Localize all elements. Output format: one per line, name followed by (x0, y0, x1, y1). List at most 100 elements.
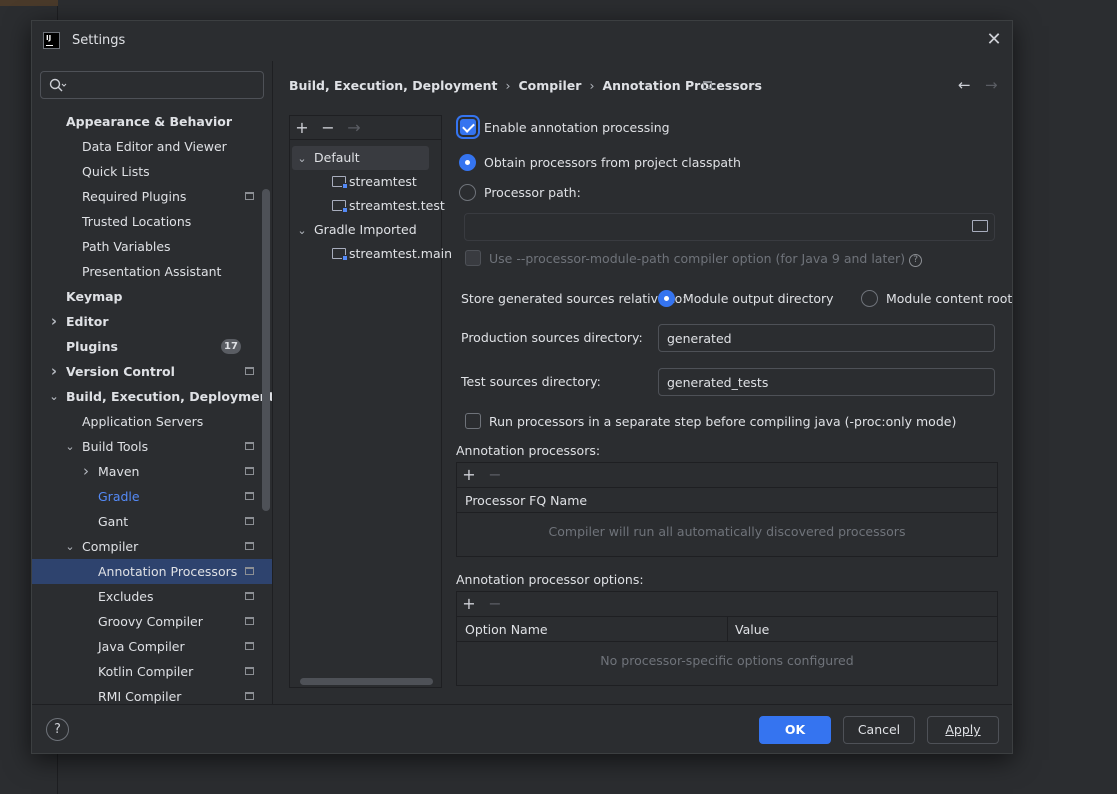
profile-default[interactable]: ⌄ Default (292, 146, 429, 170)
sidebar-item-label: Build, Execution, Deployment (66, 389, 272, 404)
project-scope-icon (245, 517, 254, 525)
folder-icon[interactable] (972, 220, 988, 232)
options-title: Annotation processor options: (456, 572, 644, 587)
sidebar-item-label: Appearance & Behavior (66, 114, 232, 129)
project-scope-icon (245, 667, 254, 675)
help-button[interactable]: ? (46, 718, 69, 741)
apply-label: Apply (945, 722, 981, 737)
sidebar-item-label: Gradle (98, 489, 140, 504)
sidebar-item-label: Excludes (98, 589, 154, 604)
production-dir-field[interactable] (658, 324, 995, 352)
chevron-down-icon[interactable]: ⌄ (64, 434, 76, 459)
module-content-label: Module content root (886, 291, 1013, 306)
add-icon[interactable]: + (459, 594, 479, 614)
sidebar-item[interactable]: ⌄ Compiler (32, 534, 272, 559)
sidebar-item-label: Path Variables (82, 239, 171, 254)
module-content-radio[interactable] (861, 290, 878, 307)
chevron-down-icon[interactable]: ⌄ (64, 534, 76, 559)
sidebar-item-label: Presentation Assistant (82, 264, 222, 279)
intellij-logo-icon: IJ (43, 32, 60, 49)
sidebar-item-label: Data Editor and Viewer (82, 139, 227, 154)
sidebar-item[interactable]: Keymap (32, 284, 272, 309)
add-icon[interactable]: + (459, 465, 479, 485)
sidebar-item[interactable]: › Version Control (32, 359, 272, 384)
breadcrumb-item[interactable]: Compiler (518, 78, 581, 93)
sidebar-item[interactable]: Application Servers (32, 409, 272, 434)
module-item[interactable]: streamtest.test (332, 194, 445, 218)
sidebar-item[interactable]: Appearance & Behavior (32, 109, 272, 134)
sidebar-item-label: Keymap (66, 289, 123, 304)
chevron-down-icon[interactable]: ⌄ (48, 384, 60, 409)
chevron-right-icon[interactable]: › (48, 309, 60, 334)
back-arrow-icon[interactable]: ← (958, 76, 971, 94)
options-toolbar: + − (457, 592, 997, 617)
profile-label: Default (314, 150, 360, 165)
sidebar-item-label: Version Control (66, 364, 175, 379)
chevron-down-icon: ⌄ (297, 152, 307, 165)
count-badge: 17 (221, 339, 241, 354)
breadcrumb-item[interactable]: Build, Execution, Deployment (289, 78, 497, 93)
store-generated-label: Store generated sources relative to: (461, 291, 687, 306)
processor-path-radio[interactable] (459, 184, 476, 201)
move-to-icon: → (347, 118, 361, 137)
profiles-scrollbar[interactable] (300, 678, 433, 685)
sidebar-item[interactable]: ⌄ Build, Execution, Deployment (32, 384, 272, 409)
column-header[interactable]: Option Name (465, 617, 548, 642)
obtain-classpath-radio[interactable] (459, 154, 476, 171)
sidebar-item[interactable]: Excludes (32, 584, 272, 609)
sidebar-item-label: Plugins (66, 339, 118, 354)
sidebar-item[interactable]: Java Compiler (32, 634, 272, 659)
remove-icon[interactable]: − (318, 118, 338, 138)
column-divider[interactable] (727, 617, 728, 642)
options-table: + − Option Name Value No processor-speci… (456, 591, 998, 686)
sidebar-scrollbar[interactable] (262, 189, 270, 511)
module-item[interactable]: streamtest.main (332, 242, 452, 266)
profile-gradle-imported[interactable]: ⌄ Gradle Imported (292, 218, 416, 242)
chevron-right-icon[interactable]: › (48, 359, 60, 384)
processor-path-field[interactable] (464, 213, 995, 241)
add-icon[interactable]: + (292, 118, 312, 138)
empty-text: No processor-specific options configured (600, 653, 854, 668)
sidebar-item[interactable]: › Editor (32, 309, 272, 334)
sidebar-item[interactable]: Plugins 17 (32, 334, 272, 359)
sidebar-item[interactable]: Kotlin Compiler (32, 659, 272, 684)
test-dir-field[interactable] (658, 368, 995, 396)
run-separate-checkbox[interactable] (465, 413, 481, 429)
sidebar-item[interactable]: ⌄ Build Tools (32, 434, 272, 459)
column-header[interactable]: Value (735, 617, 769, 642)
sidebar-item[interactable]: Data Editor and Viewer (32, 134, 272, 159)
module-item[interactable]: streamtest (332, 170, 417, 194)
remove-icon: − (488, 594, 502, 613)
module-path-checkbox[interactable] (465, 250, 481, 266)
sidebar-item-label: Required Plugins (82, 189, 187, 204)
sidebar-item[interactable]: Gradle (32, 484, 272, 509)
help-icon[interactable]: ? (909, 254, 923, 267)
apply-button[interactable]: Apply (927, 716, 999, 744)
enable-annotation-label: Enable annotation processing (484, 120, 670, 135)
ok-button[interactable]: OK (759, 716, 831, 744)
column-header[interactable]: Processor FQ Name (465, 488, 587, 513)
sidebar-item[interactable]: Presentation Assistant (32, 259, 272, 284)
enable-annotation-checkbox[interactable] (460, 119, 476, 135)
module-path-text: Use --processor-module-path compiler opt… (489, 251, 906, 266)
obtain-classpath-label: Obtain processors from project classpath (484, 155, 741, 170)
sidebar-item-label: Trusted Locations (82, 214, 192, 229)
module-output-radio[interactable] (658, 290, 675, 307)
close-icon[interactable]: ✕ (984, 30, 1004, 50)
sidebar-item-label: Groovy Compiler (98, 614, 203, 629)
sidebar-item[interactable]: Gant (32, 509, 272, 534)
sidebar-item[interactable]: Required Plugins (32, 184, 272, 209)
chevron-right-icon[interactable]: › (80, 459, 92, 484)
sidebar-item-label: Java Compiler (98, 639, 185, 654)
profiles-toolbar: + − → (290, 116, 441, 140)
sidebar-item[interactable]: Quick Lists (32, 159, 272, 184)
sidebar-item[interactable]: Groovy Compiler (32, 609, 272, 634)
pane-divider (272, 61, 273, 704)
search-input[interactable] (40, 71, 264, 99)
sidebar-item[interactable]: Annotation Processors (32, 559, 272, 584)
cancel-button[interactable]: Cancel (843, 716, 915, 744)
sidebar-item[interactable]: › Maven (32, 459, 272, 484)
sidebar-item[interactable]: Path Variables (32, 234, 272, 259)
sidebar-item[interactable]: Trusted Locations (32, 209, 272, 234)
sidebar-item[interactable]: RMI Compiler (32, 684, 272, 704)
